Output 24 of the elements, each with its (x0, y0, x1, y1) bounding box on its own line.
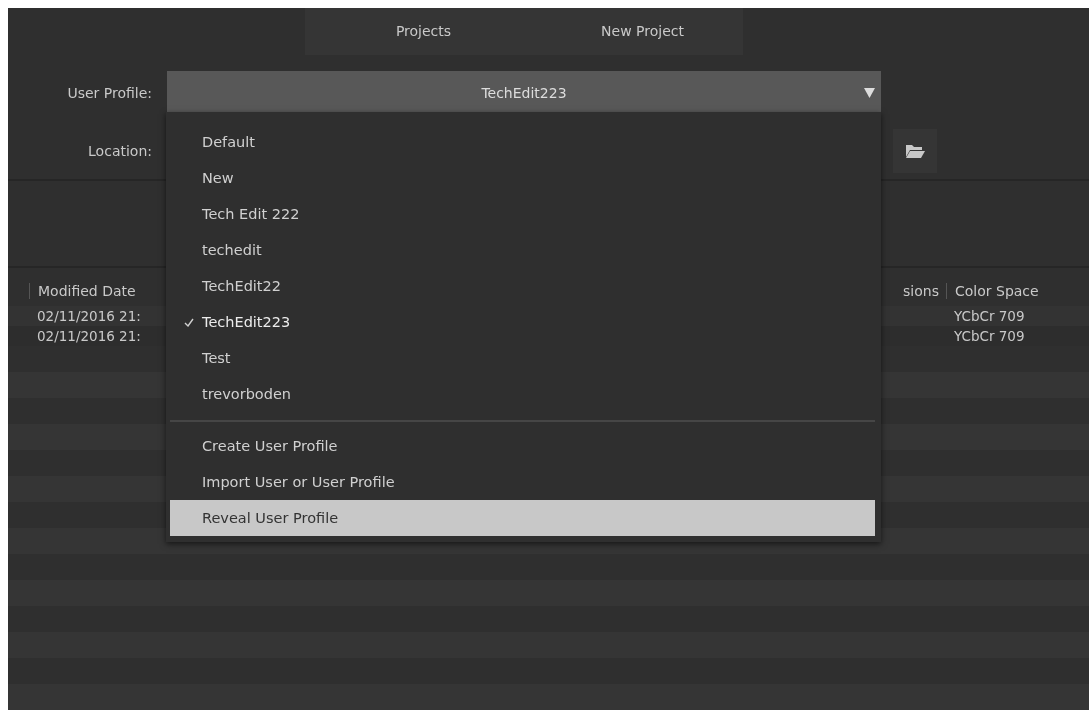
menu-item[interactable]: New (170, 160, 875, 196)
menu-item[interactable]: Import User or User Profile (170, 464, 875, 500)
field-label: User Profile: (66, 85, 153, 102)
menu-item[interactable]: techedit (170, 232, 875, 268)
menu-item[interactable]: Default (170, 124, 875, 160)
column-header: sions (902, 283, 940, 299)
table-cell-text: YCbCr 709 (953, 308, 1025, 324)
tab[interactable]: Projects (304, 8, 543, 56)
tab[interactable]: New Project (542, 8, 743, 56)
menu-item[interactable]: trevorboden (170, 376, 875, 412)
table-cell-text: 02/11/2016 21: (36, 328, 141, 344)
check-icon (184, 318, 194, 327)
menu-item[interactable]: Reveal User Profile (170, 500, 875, 536)
menu-item[interactable]: Tech Edit 222 (170, 196, 875, 232)
folder-icon (905, 143, 925, 160)
menu-item[interactable]: Create User Profile (170, 428, 875, 464)
folder-button[interactable] (893, 129, 937, 174)
table-cell-text: 02/11/2016 21: (36, 308, 141, 324)
field-label: Location: (87, 143, 153, 160)
menu-item[interactable]: TechEdit223 (170, 304, 875, 340)
menu-item[interactable]: Test (170, 340, 875, 376)
table-cell-text: YCbCr 709 (953, 328, 1025, 344)
caret-icon (864, 88, 875, 99)
column-header: Color Space (946, 283, 1089, 299)
